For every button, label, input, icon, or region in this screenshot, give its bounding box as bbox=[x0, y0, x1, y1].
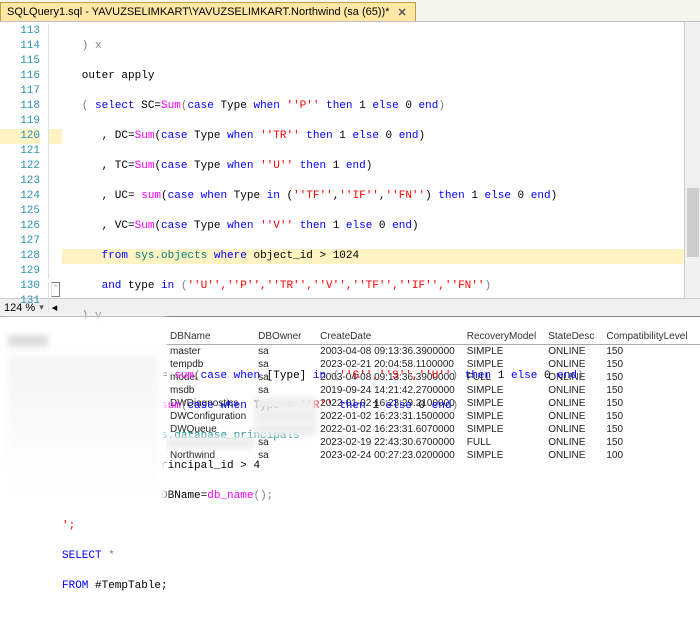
tab-bar: SQLQuery1.sql - YAVUZSELIMKART\YAVUZSELI… bbox=[0, 0, 700, 22]
table-cell: xxxxxxxxxx bbox=[166, 436, 254, 449]
close-icon[interactable]: ✕ bbox=[395, 6, 408, 19]
results-sidebar bbox=[0, 317, 166, 511]
code-line: , UC= sum(case when Type in (''TF'',''IF… bbox=[62, 189, 700, 204]
code-folding-gutter: – bbox=[48, 22, 62, 298]
line-number: 119 bbox=[0, 114, 40, 129]
line-number-gutter: 113 114 115 116 117 118 119 120 121 122 … bbox=[0, 22, 48, 298]
code-line: , DC=Sum(case Type when ''TR'' then 1 el… bbox=[62, 129, 700, 144]
code-line: , TC=Sum(case Type when ''U'' then 1 end… bbox=[62, 159, 700, 174]
line-number: 128 bbox=[0, 249, 40, 264]
line-number: 121 bbox=[0, 144, 40, 159]
fold-toggle-icon[interactable]: – bbox=[51, 282, 60, 297]
code-line: , VC=Sum(case Type when ''V'' then 1 els… bbox=[62, 219, 700, 234]
vertical-scrollbar[interactable] bbox=[684, 22, 700, 298]
line-number: 126 bbox=[0, 219, 40, 234]
scroll-thumb[interactable] bbox=[687, 188, 699, 257]
line-number: 115 bbox=[0, 54, 40, 69]
line-number: 129 bbox=[0, 264, 40, 279]
code-editor[interactable]: 113 114 115 116 117 118 119 120 121 122 … bbox=[0, 22, 700, 298]
line-number: 124 bbox=[0, 189, 40, 204]
table-cell: xxxxxxxxxx bbox=[254, 423, 316, 436]
table-cell: xxxxxxxxxx bbox=[254, 397, 316, 410]
line-number: 127 bbox=[0, 234, 40, 249]
line-number: 113 bbox=[0, 24, 40, 39]
line-number: 116 bbox=[0, 69, 40, 84]
table-cell: xxxxxxxxxx bbox=[254, 410, 316, 423]
line-number: 122 bbox=[0, 159, 40, 174]
line-number: 114 bbox=[0, 39, 40, 54]
code-area[interactable]: ) x outer apply ( select SC=Sum(case Typ… bbox=[62, 22, 700, 298]
line-number: 123 bbox=[0, 174, 40, 189]
line-number: 131 bbox=[0, 294, 40, 309]
editor-tab[interactable]: SQLQuery1.sql - YAVUZSELIMKART\YAVUZSELI… bbox=[0, 2, 416, 21]
tab-title: SQLQuery1.sql - YAVUZSELIMKART\YAVUZSELI… bbox=[7, 6, 389, 18]
line-number: 120 bbox=[0, 129, 40, 144]
line-number: 118 bbox=[0, 99, 40, 114]
line-number: 117 bbox=[0, 84, 40, 99]
line-number: 125 bbox=[0, 204, 40, 219]
line-number: 130 bbox=[0, 279, 40, 294]
